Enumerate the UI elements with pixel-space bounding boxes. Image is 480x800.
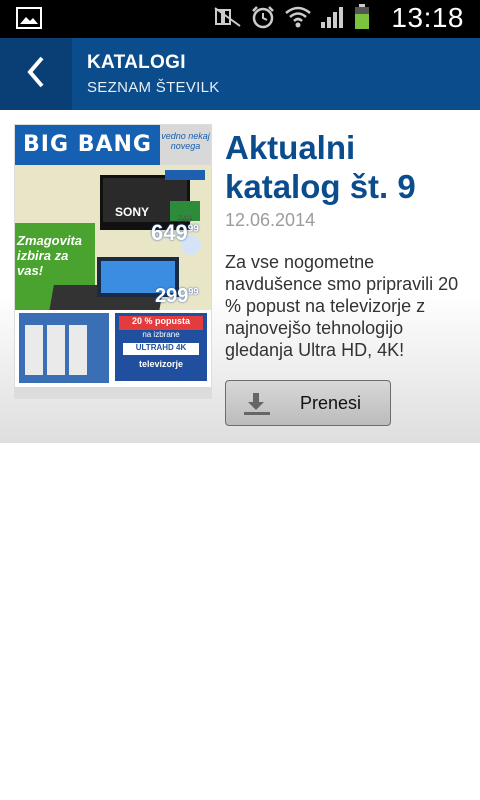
discount-sub: na izbrane xyxy=(142,330,180,339)
mute-icon xyxy=(214,6,242,32)
battery-icon xyxy=(354,4,370,34)
page-subtitle: SEZNAM ŠTEVILK xyxy=(87,79,220,96)
catalog-date: 12.06.2014 xyxy=(225,210,316,230)
chevron-left-icon xyxy=(25,55,47,93)
catalog-title: Aktualni katalog št. 9 xyxy=(225,129,416,205)
status-icons xyxy=(214,4,370,34)
brand-slogan: vedno nekaj novega xyxy=(160,125,211,165)
alarm-icon xyxy=(250,4,276,34)
tv-brand: SONY xyxy=(115,205,150,219)
status-bar: 13:18 xyxy=(0,0,480,38)
back-button[interactable] xyxy=(0,38,72,110)
image-icon xyxy=(16,7,42,29)
status-time: 13:18 xyxy=(391,2,464,33)
catalog-thumbnail[interactable]: BIG BANG vedno nekaj novega SONY Zmagovi… xyxy=(15,125,211,398)
action-bar: KATALOGI SEZNAM ŠTEVILK xyxy=(0,38,480,110)
download-button[interactable]: Prenesi xyxy=(225,380,391,426)
ultrahd-label: ULTRAHD 4K xyxy=(135,343,187,352)
catalog-card: BIG BANG vedno nekaj novega SONY Zmagovi… xyxy=(0,110,480,443)
tv-label: televizorje xyxy=(138,359,184,369)
page-title: KATALOGI xyxy=(87,52,186,73)
wifi-icon xyxy=(284,5,312,33)
discount-text: 20 % popusta xyxy=(131,316,190,326)
signal-icon xyxy=(320,5,346,33)
laptop-price: 29999 xyxy=(155,285,199,307)
promo-text: Zmagovita izbira za vas! xyxy=(17,233,83,278)
download-button-label: Prenesi xyxy=(300,393,362,413)
catalog-description: Za vse nogometne navdušence smo pripravi… xyxy=(225,252,459,360)
tv-price: 64999 xyxy=(151,220,199,245)
brand-logo: BIG BANG xyxy=(15,125,160,165)
download-icon xyxy=(242,392,272,420)
